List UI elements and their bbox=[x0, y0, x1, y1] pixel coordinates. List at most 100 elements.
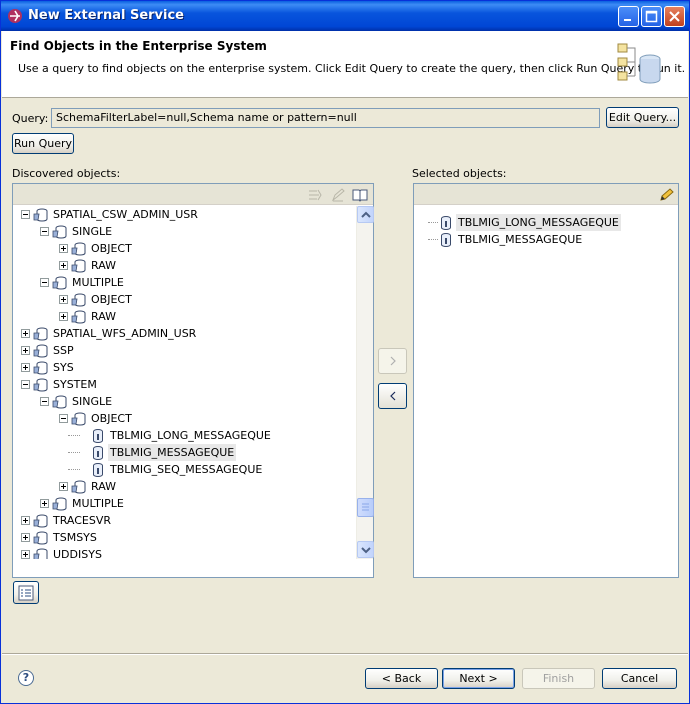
tree-item-label: TBLMIG_LONG_MESSAGEQUE bbox=[110, 429, 271, 442]
tree-row[interactable]: SYS bbox=[13, 359, 368, 376]
selected-list[interactable]: TBLMIG_LONG_MESSAGEQUE TBLMIG_MESSAGEQUE bbox=[414, 206, 678, 577]
selected-row[interactable]: TBLMIG_LONG_MESSAGEQUE bbox=[414, 214, 678, 231]
filter-icon[interactable] bbox=[307, 187, 323, 203]
expand-icon[interactable] bbox=[21, 329, 30, 338]
wizard-window: New External Service Find Objects in the… bbox=[0, 0, 690, 704]
selected-item-label: TBLMIG_LONG_MESSAGEQUE bbox=[456, 214, 621, 231]
discovered-toolbar bbox=[13, 184, 373, 205]
collapse-icon[interactable] bbox=[40, 278, 49, 287]
tree-row[interactable]: SPATIAL_CSW_ADMIN_USR bbox=[13, 206, 368, 223]
collapse-icon[interactable] bbox=[40, 227, 49, 236]
query-field[interactable]: SchemaFilterLabel=null,Schema name or pa… bbox=[51, 108, 600, 128]
selected-item-label: TBLMIG_MESSAGEQUE bbox=[458, 233, 583, 246]
tree-item-label: SYS bbox=[53, 361, 74, 374]
collapse-icon[interactable] bbox=[21, 210, 30, 219]
run-query-button[interactable]: Run Query bbox=[12, 133, 74, 154]
scroll-thumb[interactable] bbox=[357, 498, 374, 517]
tree-row[interactable]: MULTIPLE bbox=[13, 495, 368, 512]
tree-item-label: OBJECT bbox=[91, 412, 132, 425]
tree-row[interactable]: SINGLE bbox=[13, 223, 368, 240]
table-icon bbox=[441, 233, 451, 248]
schema-icon bbox=[33, 378, 48, 392]
schema-icon bbox=[52, 497, 67, 511]
tree-row[interactable]: TRACESVR bbox=[13, 512, 368, 529]
tree-row[interactable]: SYSTEM bbox=[13, 376, 368, 393]
tree-row[interactable]: OBJECT bbox=[13, 291, 368, 308]
schema-icon bbox=[52, 276, 67, 290]
collapse-icon[interactable] bbox=[59, 414, 68, 423]
tree-row[interactable]: RAW bbox=[13, 257, 368, 274]
expand-icon[interactable] bbox=[59, 312, 68, 321]
chevron-up-icon bbox=[361, 211, 371, 218]
schema-icon bbox=[33, 514, 48, 528]
schema-icon bbox=[33, 344, 48, 358]
tree-row[interactable]: TBLMIG_MESSAGEQUE bbox=[13, 444, 368, 461]
expand-icon[interactable] bbox=[21, 516, 30, 525]
expand-icon[interactable] bbox=[59, 295, 68, 304]
selected-row[interactable]: TBLMIG_MESSAGEQUE bbox=[414, 231, 678, 248]
discovered-tree[interactable]: SPATIAL_CSW_ADMIN_USR SINGLE OBJECT RAW MULT… bbox=[13, 206, 368, 559]
tree-item-label: RAW bbox=[91, 259, 116, 272]
table-icon bbox=[441, 216, 451, 231]
next-button[interactable]: Next > bbox=[442, 668, 515, 689]
back-button[interactable]: < Back bbox=[365, 668, 438, 689]
book-icon[interactable] bbox=[352, 187, 368, 203]
tree-row[interactable]: UDDISYS bbox=[13, 546, 368, 559]
finish-button[interactable]: Finish bbox=[522, 668, 595, 689]
edit-disabled-icon[interactable] bbox=[330, 187, 346, 203]
tree-row[interactable]: SINGLE bbox=[13, 393, 368, 410]
schema-icon bbox=[33, 548, 48, 559]
schema-icon bbox=[33, 531, 48, 545]
tree-row[interactable]: TBLMIG_LONG_MESSAGEQUE bbox=[13, 427, 368, 444]
tree-row[interactable]: TSMSYS bbox=[13, 529, 368, 546]
expand-icon[interactable] bbox=[59, 244, 68, 253]
tree-row[interactable]: RAW bbox=[13, 478, 368, 495]
tree-row[interactable]: MULTIPLE bbox=[13, 274, 368, 291]
expand-icon[interactable] bbox=[59, 261, 68, 270]
schema-icon bbox=[71, 310, 86, 324]
schema-icon bbox=[33, 327, 48, 341]
expand-icon[interactable] bbox=[21, 346, 30, 355]
expand-icon[interactable] bbox=[21, 533, 30, 542]
discovered-scrollbar[interactable] bbox=[356, 206, 374, 559]
close-button[interactable] bbox=[664, 6, 685, 27]
pencil-icon[interactable] bbox=[658, 187, 674, 203]
help-icon[interactable]: ? bbox=[18, 670, 34, 686]
page-description: Use a query to find objects on the enter… bbox=[18, 62, 686, 75]
title-bar[interactable]: New External Service bbox=[1, 1, 689, 31]
service-wizard-icon bbox=[8, 9, 22, 23]
tree-row[interactable]: RAW bbox=[13, 308, 368, 325]
tree-item-label: MULTIPLE bbox=[72, 276, 124, 289]
scroll-down-button[interactable] bbox=[357, 541, 374, 558]
minimize-button[interactable] bbox=[618, 6, 639, 27]
tree-row[interactable]: TBLMIG_SEQ_MESSAGEQUE bbox=[13, 461, 368, 478]
expand-icon[interactable] bbox=[40, 499, 49, 508]
tree-row[interactable]: OBJECT bbox=[13, 240, 368, 257]
add-to-selected-button[interactable] bbox=[378, 348, 407, 374]
tree-row[interactable]: SPATIAL_WFS_ADMIN_USR bbox=[13, 325, 368, 342]
table-icon bbox=[93, 446, 103, 461]
schema-icon bbox=[71, 480, 86, 494]
tree-connector bbox=[428, 239, 438, 240]
edit-query-button[interactable]: Edit Query... bbox=[606, 107, 679, 128]
schema-icon bbox=[71, 293, 86, 307]
maximize-button[interactable] bbox=[641, 6, 662, 27]
tree-item-label: SPATIAL_WFS_ADMIN_USR bbox=[53, 327, 197, 340]
tree-item-label: TRACESVR bbox=[53, 514, 112, 527]
tree-row[interactable]: SSP bbox=[13, 342, 368, 359]
tree-row[interactable]: OBJECT bbox=[13, 410, 368, 427]
scroll-up-button[interactable] bbox=[357, 206, 374, 223]
tree-item-label: MULTIPLE bbox=[72, 497, 124, 510]
tree-item-label: SINGLE bbox=[72, 395, 113, 408]
collapse-icon[interactable] bbox=[21, 380, 30, 389]
page-title: Find Objects in the Enterprise System bbox=[10, 39, 267, 53]
cancel-button[interactable]: Cancel bbox=[602, 668, 677, 689]
expand-icon[interactable] bbox=[21, 550, 30, 559]
schema-icon bbox=[71, 412, 86, 426]
collapse-icon[interactable] bbox=[40, 397, 49, 406]
expand-icon[interactable] bbox=[59, 482, 68, 491]
properties-button[interactable] bbox=[13, 581, 39, 604]
expand-icon[interactable] bbox=[21, 363, 30, 372]
remove-from-selected-button[interactable] bbox=[378, 383, 407, 409]
schema-icon bbox=[52, 395, 67, 409]
